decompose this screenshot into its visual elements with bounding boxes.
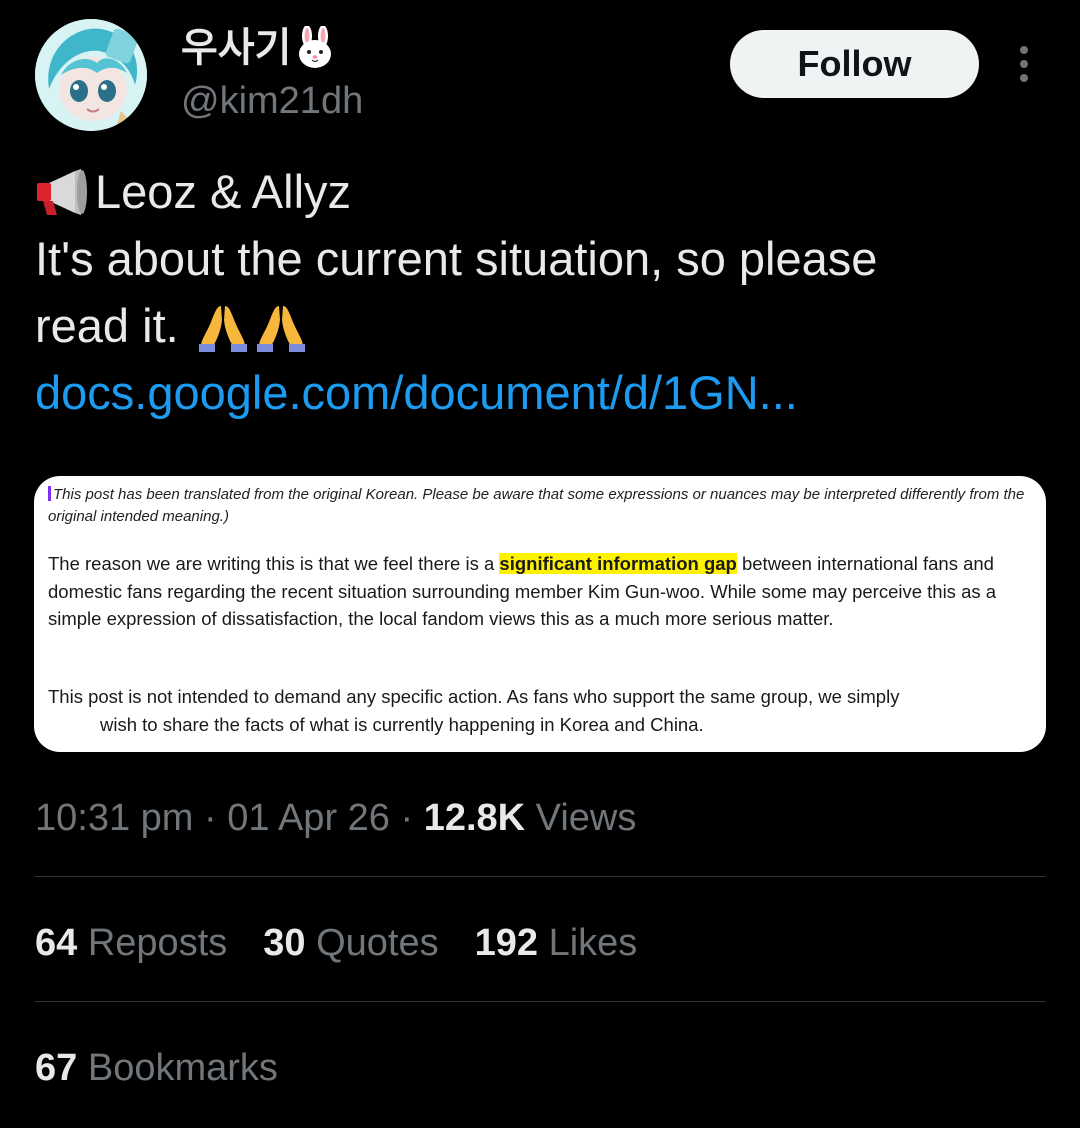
document-para1-start: The reason we are writing this is that w… [48, 553, 500, 574]
quotes-stat[interactable]: 30 Quotes [263, 915, 438, 971]
tweet-line-1-text: Leoz & Allyz [95, 165, 352, 218]
meta-separator: · [400, 797, 414, 839]
reposts-label: Reposts [87, 922, 228, 964]
more-vertical-icon[interactable] [1014, 44, 1034, 84]
document-paragraph-1: The reason we are writing this is that w… [48, 550, 1033, 633]
tweet-line-1: Leoz & Allyz [35, 158, 1045, 225]
tweet-line-4: docs.google.com/document/d/1GN... [35, 359, 1045, 426]
tweet-link[interactable]: docs.google.com/document/d/1GN... [35, 359, 798, 426]
document-highlight: significant information gap [499, 553, 737, 574]
tweet-line-3-text: read it. [35, 299, 179, 352]
megaphone-icon [37, 168, 87, 215]
likes-label: Likes [548, 922, 638, 964]
author-handle[interactable]: @kim21dh [181, 78, 363, 124]
display-name-text: 우사기 [181, 26, 292, 70]
avatar[interactable] [35, 19, 147, 131]
quotes-label: Quotes [316, 922, 439, 964]
bookmarks-label: Bookmarks [87, 1047, 278, 1089]
avatar-image [35, 19, 147, 131]
document-paragraph-2: This post is not intended to demand any … [48, 683, 1033, 738]
likes-count: 192 [474, 922, 539, 964]
attached-document-image[interactable]: This post has been translated from the o… [34, 476, 1046, 752]
follow-button[interactable]: Follow [730, 30, 979, 98]
pray-icon [256, 305, 305, 352]
views-count: 12.8K [423, 797, 526, 839]
reposts-stat[interactable]: 64 Reposts [35, 915, 227, 971]
document-para2-line1: This post is not intended to demand any … [48, 686, 900, 707]
tweet-time[interactable]: 10:31 pm [35, 797, 193, 839]
tweet-meta: 10:31 pm · 01 Apr 26 · 12.8K Views [35, 790, 636, 846]
document-translation-note: This post has been translated from the o… [48, 484, 1033, 528]
cursor-marker [48, 486, 51, 501]
tweet-detail-page: 우사기 @kim21dh Follow Leoz & Allyz It's ab… [0, 0, 1080, 1128]
reposts-count: 64 [35, 922, 78, 964]
author-display-name[interactable]: 우사기 [181, 24, 337, 72]
quotes-count: 30 [263, 922, 306, 964]
meta-separator: · [204, 797, 217, 839]
pray-icon [198, 305, 247, 352]
tweet-line-2: It's about the current situation, so ple… [35, 232, 878, 285]
likes-stat[interactable]: 192 Likes [475, 915, 638, 971]
bookmarks-count: 67 [35, 1047, 78, 1089]
tweet-date[interactable]: 01 Apr 26 [227, 797, 390, 839]
tweet-line-3: read it. [35, 292, 1045, 359]
tweet-text: Leoz & Allyz It's about the current situ… [35, 158, 1045, 426]
rabbit-face-icon [299, 26, 332, 68]
views-label: Views [535, 797, 637, 839]
divider [35, 1001, 1046, 1002]
bookmarks-stat[interactable]: 67 Bookmarks [35, 1040, 278, 1096]
engagement-stats: 64 Reposts 30 Quotes 192 Likes [35, 915, 637, 971]
document-note-text: This post has been translated from the o… [48, 486, 1025, 525]
divider [35, 876, 1046, 877]
document-para2-line2: wish to share the facts of what is curre… [100, 713, 704, 735]
